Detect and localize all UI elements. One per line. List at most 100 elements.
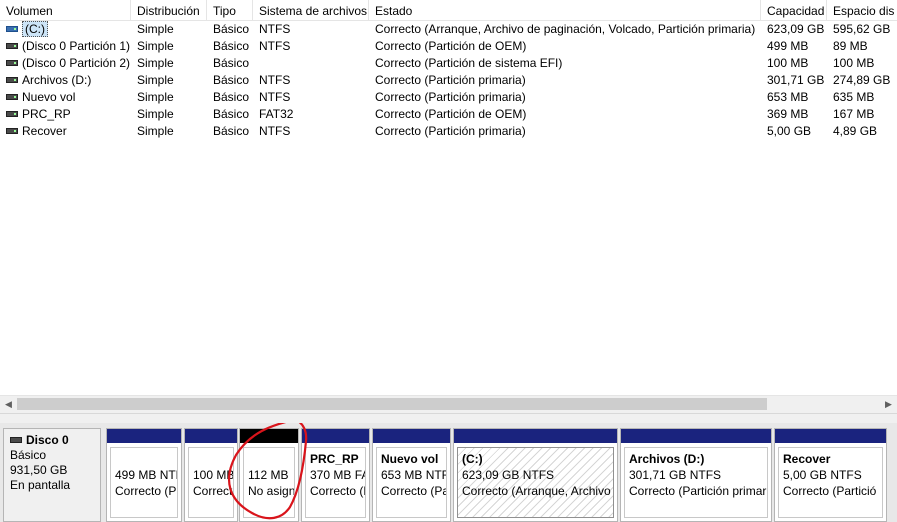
partition-details: 112 MB No asign xyxy=(243,447,295,518)
cell-status: Correcto (Partición de OEM) xyxy=(375,39,527,53)
cell-free: 89 MB xyxy=(833,39,868,53)
partition-details: Archivos (D:) 301,71 GB NTFS Correcto (Par… xyxy=(624,447,768,518)
cell-capacity: 499 MB xyxy=(767,39,809,53)
table-row[interactable]: Recover Simple Básico NTFS Correcto (Partici… xyxy=(0,123,897,140)
partition-color-bar xyxy=(621,429,771,443)
cell-layout: Simple xyxy=(137,124,174,138)
horizontal-scrollbar[interactable]: ◀ ▶ xyxy=(0,395,897,413)
cell-status: Correcto (Arranque, Archivo de paginació… xyxy=(375,22,756,36)
partition-status: No asign xyxy=(248,484,295,498)
system-volume-icon xyxy=(6,25,18,32)
column-header-estado[interactable]: Estado xyxy=(369,0,761,20)
cell-capacity: 301,71 GB xyxy=(767,73,825,87)
partition-title: Archivos (D:) xyxy=(629,452,705,466)
partition-block[interactable]: (C:) 623,09 GB NTFS Correcto (Arranque, Ar… xyxy=(453,428,618,522)
cell-capacity: 653 MB xyxy=(767,90,809,104)
cell-type: Básico xyxy=(213,90,250,104)
volume-rows: (C:) Simple Básico NTFS Correcto (Arranque, … xyxy=(0,21,897,140)
scrollbar-thumb[interactable] xyxy=(17,398,767,410)
cell-fs: FAT32 xyxy=(259,107,294,121)
partition-size: 653 MB NTF xyxy=(381,468,447,482)
scroll-right-arrow-icon[interactable]: ▶ xyxy=(880,396,897,413)
partition-status: Correcto (Partició xyxy=(783,484,877,498)
partition-block[interactable]: PRC_RP 370 MB FAT Correcto (P xyxy=(301,428,370,522)
partition-block[interactable]: Nuevo vol 653 MB NTF Correcto (Pa xyxy=(372,428,451,522)
partition-status: Correcto (Arranque, Archivo xyxy=(462,484,611,498)
disk-map: Disco 0 Básico 931,50 GB En pantalla 499… xyxy=(0,423,897,522)
cell-free: 167 MB xyxy=(833,107,875,121)
partition-title xyxy=(193,451,229,467)
column-header-sistema-archivos[interactable]: Sistema de archivos xyxy=(253,0,369,20)
table-row[interactable]: (Disco 0 Partición 2) Simple Básico Correct… xyxy=(0,55,897,72)
cell-status: Correcto (Partición de OEM) xyxy=(375,107,527,121)
cell-type: Básico xyxy=(213,73,250,87)
cell-type: Básico xyxy=(213,22,250,36)
partition-block[interactable]: Recover 5,00 GB NTFS Correcto (Partició xyxy=(774,428,887,522)
partition-status: Correcto (Pa xyxy=(381,484,447,498)
cell-free: 635 MB xyxy=(833,90,875,104)
column-header-capacidad[interactable]: Capacidad xyxy=(761,0,827,20)
partition-color-bar xyxy=(775,429,886,443)
cell-capacity: 369 MB xyxy=(767,107,809,121)
volume-name: Archivos (D:) xyxy=(22,73,92,87)
cell-fs: NTFS xyxy=(259,39,291,53)
cell-free: 274,89 GB xyxy=(833,73,891,87)
partition-details: 499 MB NTF Correcto (P xyxy=(110,447,178,518)
cell-layout: Simple xyxy=(137,73,174,87)
cell-fs: NTFS xyxy=(259,22,291,36)
partition-details: (C:) 623,09 GB NTFS Correcto (Arranque, Ar… xyxy=(457,447,614,518)
partition-size: 499 MB NTF xyxy=(115,468,178,482)
column-header-espacio-disponible[interactable]: Espacio dis xyxy=(827,0,897,20)
partition-block[interactable]: 112 MB No asign xyxy=(239,428,299,522)
partition-details: 100 MB Correcto xyxy=(188,447,234,518)
cell-fs xyxy=(253,55,369,72)
cell-type: Básico xyxy=(213,56,250,70)
scroll-left-arrow-icon[interactable]: ◀ xyxy=(0,396,17,413)
cell-fs: NTFS xyxy=(259,90,291,104)
disk-state: En pantalla xyxy=(10,478,71,492)
volume-list-header: Volumen Distribución Tipo Sistema de arc… xyxy=(0,0,897,21)
volume-icon xyxy=(6,127,18,134)
table-row[interactable]: Nuevo vol Simple Básico NTFS Correcto (Parti… xyxy=(0,89,897,106)
cell-layout: Simple xyxy=(137,22,174,36)
cell-fs: NTFS xyxy=(259,124,291,138)
partition-title: PRC_RP xyxy=(310,452,359,466)
cell-name: Archivos (D:) xyxy=(0,72,131,89)
partition-block[interactable]: 499 MB NTF Correcto (P xyxy=(106,428,182,522)
column-header-volumen[interactable]: Volumen xyxy=(0,0,131,20)
volume-name: (C:) xyxy=(22,21,48,37)
column-header-distribucion[interactable]: Distribución xyxy=(131,0,207,20)
partition-block[interactable]: Archivos (D:) 301,71 GB NTFS Correcto (Par… xyxy=(620,428,772,522)
volume-name: (Disco 0 Partición 2) xyxy=(22,56,131,70)
partition-color-bar xyxy=(302,429,369,443)
disk-0-label[interactable]: Disco 0 Básico 931,50 GB En pantalla xyxy=(3,428,101,522)
volume-name: (Disco 0 Partición 1) xyxy=(22,39,131,53)
disk-name: Disco 0 xyxy=(26,433,69,447)
disk-type: Básico xyxy=(10,448,47,462)
cell-layout: Simple xyxy=(137,90,174,104)
table-row[interactable]: PRC_RP Simple Básico FAT32 Correcto (Partici… xyxy=(0,106,897,123)
cell-status: Correcto (Partición primaria) xyxy=(375,124,526,138)
cell-status: Correcto (Partición primaria) xyxy=(375,90,526,104)
disk-size: 931,50 GB xyxy=(10,463,68,477)
table-row[interactable]: Archivos (D:) Simple Básico NTFS Correcto (P… xyxy=(0,72,897,89)
cell-capacity: 5,00 GB xyxy=(767,124,812,138)
volume-icon xyxy=(6,42,18,49)
volume-name: Nuevo vol xyxy=(22,90,76,104)
partition-title xyxy=(248,451,290,467)
table-row[interactable]: (Disco 0 Partición 1) Simple Básico NTFS Cor… xyxy=(0,38,897,55)
cell-name: (C:) xyxy=(0,21,131,38)
table-row[interactable]: (C:) Simple Básico NTFS Correcto (Arranque, … xyxy=(0,21,897,38)
partition-details: Nuevo vol 653 MB NTF Correcto (Pa xyxy=(376,447,447,518)
partition-block[interactable]: 100 MB Correcto xyxy=(184,428,238,522)
volume-list: Volumen Distribución Tipo Sistema de arc… xyxy=(0,0,897,413)
cell-free: 595,62 GB xyxy=(833,22,891,36)
cell-capacity: 100 MB xyxy=(767,56,809,70)
cell-name: Recover xyxy=(0,123,131,140)
partition-size: 623,09 GB NTFS xyxy=(462,468,555,482)
partition-status: Correcto (Partición primari xyxy=(629,484,768,498)
partition-size: 5,00 GB NTFS xyxy=(783,468,862,482)
column-header-tipo[interactable]: Tipo xyxy=(207,0,253,20)
partition-size: 301,71 GB NTFS xyxy=(629,468,722,482)
partition-status: Correcto (P xyxy=(310,484,366,498)
